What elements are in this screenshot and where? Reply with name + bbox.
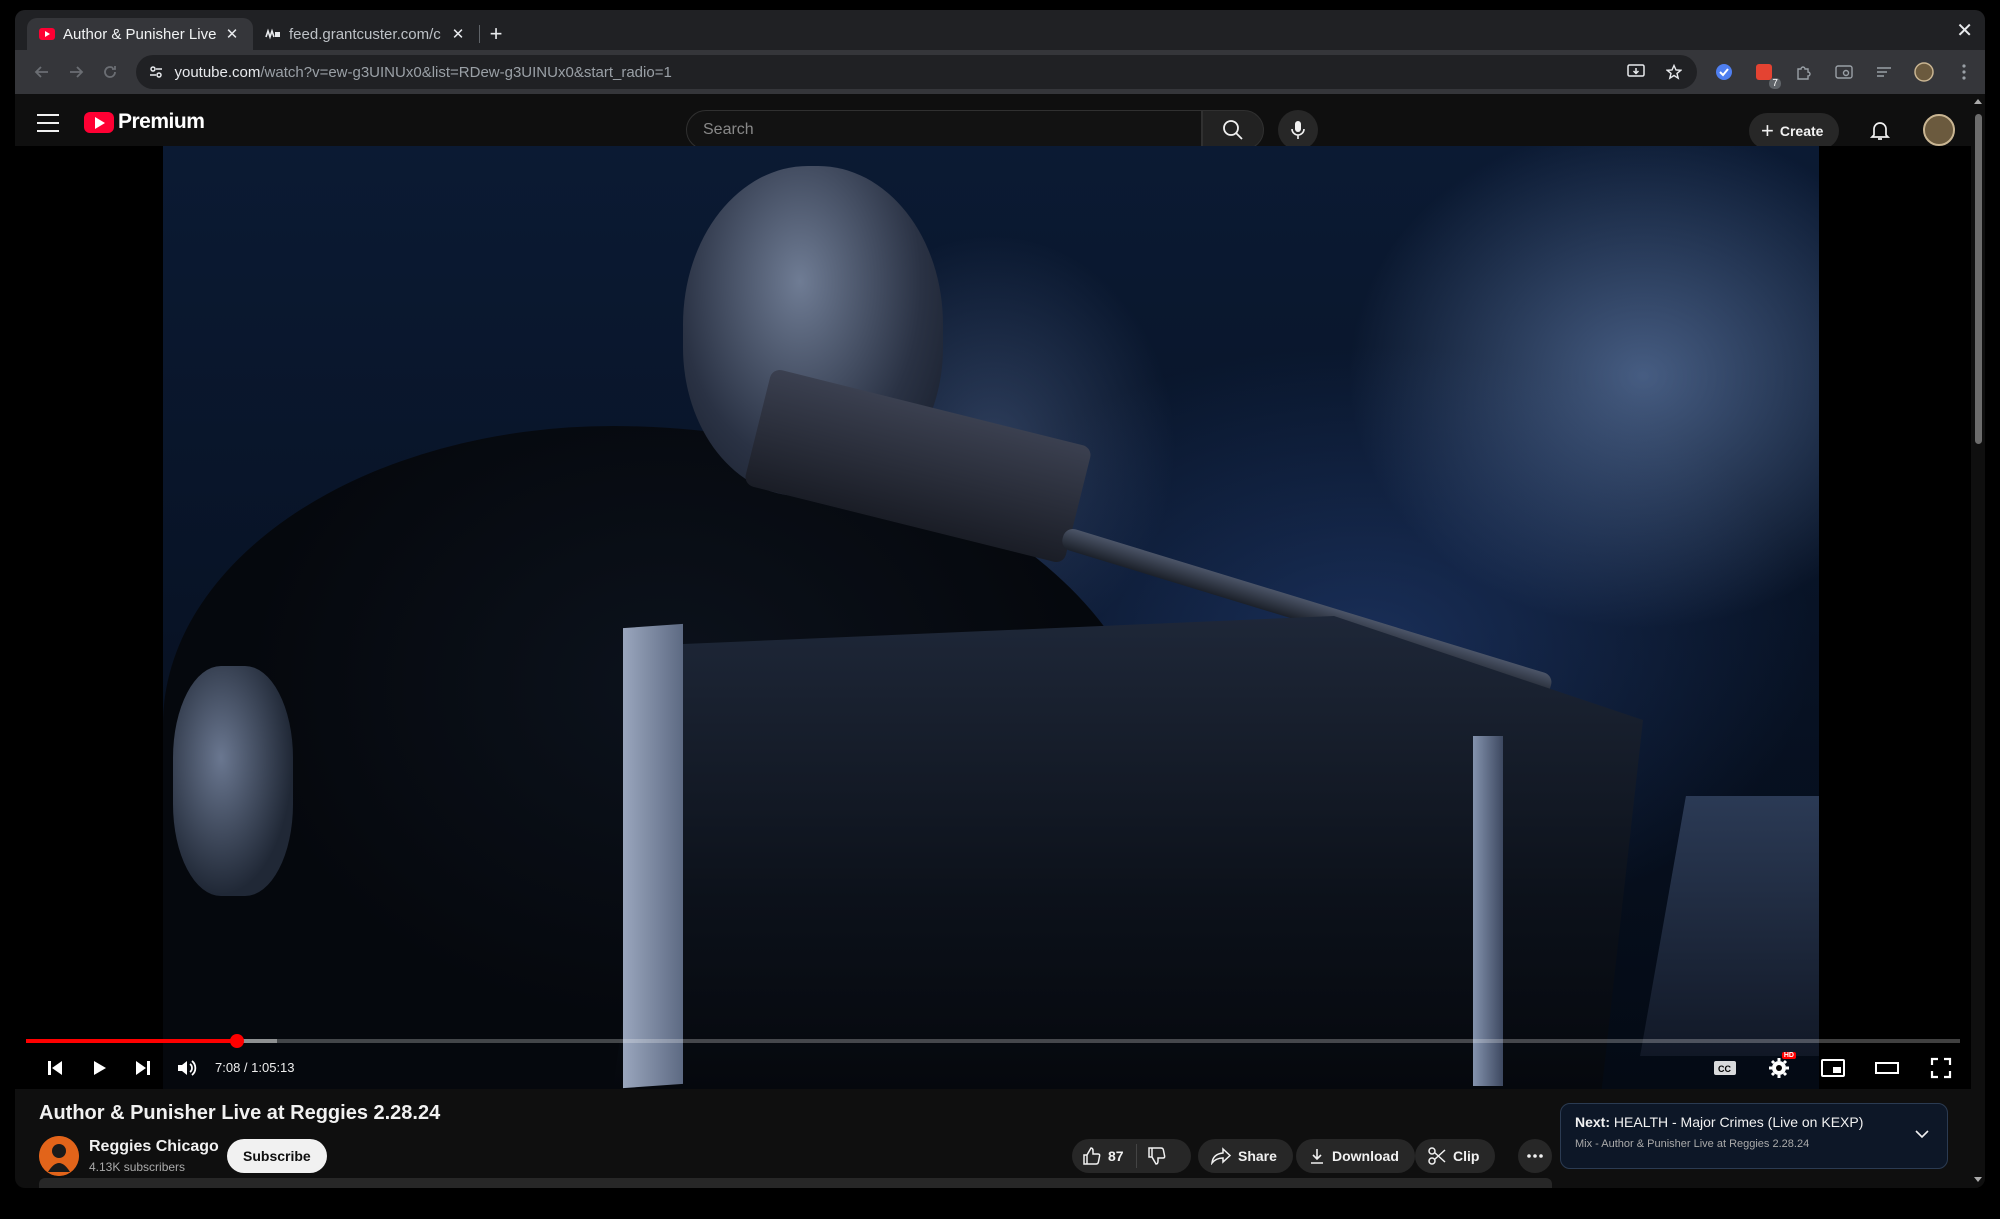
extension-todoist-icon[interactable]: 7 — [1753, 61, 1781, 89]
share-label: Share — [1238, 1148, 1277, 1164]
reading-list-icon[interactable] — [1873, 61, 1895, 83]
next-icon[interactable] — [125, 1050, 161, 1086]
close-tab-icon[interactable]: ✕ — [449, 25, 467, 43]
more-horizontal-icon — [1527, 1154, 1543, 1158]
create-label: Create — [1779, 123, 1824, 139]
menu-icon[interactable] — [37, 114, 59, 132]
up-next-prefix: Next: — [1575, 1114, 1611, 1130]
tab-search-icon[interactable] — [1833, 61, 1855, 83]
miniplayer-icon[interactable] — [1815, 1050, 1851, 1086]
grantcuster-icon — [265, 26, 281, 42]
youtube-icon — [39, 26, 55, 42]
rack-frame-left — [623, 623, 683, 1089]
clip-label: Clip — [1453, 1148, 1480, 1164]
like-button[interactable]: 87 — [1072, 1144, 1137, 1168]
search-icon — [1223, 120, 1243, 140]
browser-window: Author & Punisher Live ✕ feed.grantcuste… — [15, 10, 1985, 1188]
voice-search-button[interactable] — [1278, 110, 1318, 150]
bookmark-star-icon[interactable] — [1663, 61, 1685, 83]
download-button[interactable]: Download — [1296, 1139, 1415, 1173]
previous-icon[interactable] — [37, 1050, 73, 1086]
reload-icon[interactable] — [93, 55, 127, 89]
volume-icon[interactable] — [169, 1050, 205, 1086]
up-next-card[interactable]: Next: HEALTH - Major Crimes (Live on KEX… — [1560, 1103, 1948, 1169]
scroll-down-arrow[interactable] — [1974, 1177, 1982, 1182]
clip-button[interactable]: Clip — [1415, 1139, 1496, 1173]
browser-toolbar: youtube.com/watch?v=ew-g3UINUx0&list=RDe… — [15, 50, 1985, 94]
rack-frame-right — [1473, 736, 1503, 1086]
address-bar[interactable]: youtube.com/watch?v=ew-g3UINUx0&list=RDe… — [136, 55, 1697, 89]
back-icon[interactable] — [25, 55, 59, 89]
scroll-up-arrow[interactable] — [1974, 99, 1982, 104]
share-icon — [1211, 1147, 1232, 1165]
hd-badge: HD — [1781, 1051, 1796, 1059]
video-title: Author & Punisher Live at Reggies 2.28.2… — [39, 1102, 441, 1124]
scissors-icon — [1428, 1147, 1446, 1165]
share-button[interactable]: Share — [1198, 1139, 1293, 1173]
left-hand — [173, 666, 293, 896]
channel-avatar[interactable] — [39, 1136, 79, 1176]
search-input[interactable]: Search — [686, 110, 1202, 150]
profile-avatar-icon[interactable] — [1913, 61, 1935, 83]
svg-text:CC: CC — [1718, 1064, 1731, 1074]
youtube-logo-icon — [84, 111, 114, 133]
captions-icon[interactable]: CC — [1707, 1050, 1743, 1086]
youtube-premium-logo[interactable]: Premium — [84, 110, 205, 134]
time-display: 7:08 / 1:05:13 — [215, 1060, 295, 1075]
tab-youtube[interactable]: Author & Punisher Live ✕ — [27, 18, 253, 50]
dislike-button[interactable] — [1137, 1146, 1177, 1166]
window-close-icon[interactable]: ✕ — [1956, 18, 1973, 43]
search-button[interactable] — [1202, 110, 1264, 150]
up-next-mix-label: Mix - Author & Punisher Live at Reggies … — [1575, 1138, 1810, 1150]
seek-bar[interactable] — [26, 1034, 1960, 1048]
tab-title: Author & Punisher Live — [63, 25, 217, 43]
video-player[interactable]: 7:08 / 1:05:13 CC HD — [15, 146, 1971, 1089]
subscriber-count: 4.13K subscribers — [89, 1160, 186, 1174]
chevron-down-icon[interactable] — [1915, 1126, 1929, 1144]
new-tab-button[interactable]: + — [480, 18, 512, 50]
create-button[interactable]: + Create — [1749, 113, 1840, 149]
account-avatar[interactable] — [1923, 114, 1955, 146]
browser-menu-icon[interactable] — [1953, 61, 1975, 83]
extension-shield-icon[interactable] — [1713, 61, 1735, 83]
logo-text: Premium — [118, 110, 205, 133]
more-actions-button[interactable] — [1518, 1139, 1552, 1173]
played-bar — [26, 1039, 237, 1043]
thumbs-up-icon — [1083, 1147, 1101, 1165]
fullscreen-icon[interactable] — [1923, 1050, 1959, 1086]
download-icon — [1311, 1149, 1323, 1164]
microphone-icon — [1291, 121, 1305, 139]
subscribe-button[interactable]: Subscribe — [227, 1139, 327, 1173]
tab-strip: Author & Punisher Live ✕ feed.grantcuste… — [15, 10, 1985, 50]
extension-badge: 7 — [1769, 78, 1781, 89]
scrollbar-thumb[interactable] — [1975, 114, 1982, 444]
site-info-icon[interactable] — [148, 64, 164, 80]
url-host: youtube.com — [174, 63, 261, 81]
settings-gear-icon[interactable]: HD — [1761, 1050, 1797, 1086]
tab-grantcuster[interactable]: feed.grantcuster.com/c ✕ — [253, 18, 479, 50]
url-path: /watch?v=ew-g3UINUx0&list=RDew-g3UINUx0&… — [260, 63, 672, 81]
video-frame[interactable] — [163, 146, 1819, 1089]
channel-name[interactable]: Reggies Chicago — [89, 1138, 219, 1156]
extensions-puzzle-icon[interactable] — [1793, 61, 1815, 83]
forward-icon[interactable] — [59, 55, 93, 89]
up-next-title: HEALTH - Major Crimes (Live on KEXP) — [1613, 1114, 1864, 1130]
download-label: Download — [1332, 1148, 1399, 1164]
page-scrollbar[interactable] — [1971, 94, 1985, 1188]
tab-title: feed.grantcuster.com/c — [289, 25, 441, 43]
theater-mode-icon[interactable] — [1869, 1050, 1905, 1086]
notifications-bell-icon[interactable] — [1868, 118, 1892, 142]
player-controls: 7:08 / 1:05:13 CC HD — [15, 1046, 1971, 1089]
close-tab-icon[interactable]: ✕ — [223, 25, 241, 43]
thumbs-down-icon — [1147, 1147, 1165, 1165]
up-next-title-line: Next: HEALTH - Major Crimes (Live on KEX… — [1575, 1114, 1933, 1130]
play-icon[interactable] — [81, 1050, 117, 1086]
laptop-screen — [1640, 796, 1819, 1056]
like-dislike-group: 87 — [1072, 1139, 1191, 1173]
install-app-icon[interactable] — [1625, 61, 1647, 83]
description-box-edge[interactable] — [39, 1178, 1552, 1188]
plus-icon: + — [1761, 118, 1774, 143]
like-count: 87 — [1108, 1148, 1124, 1164]
